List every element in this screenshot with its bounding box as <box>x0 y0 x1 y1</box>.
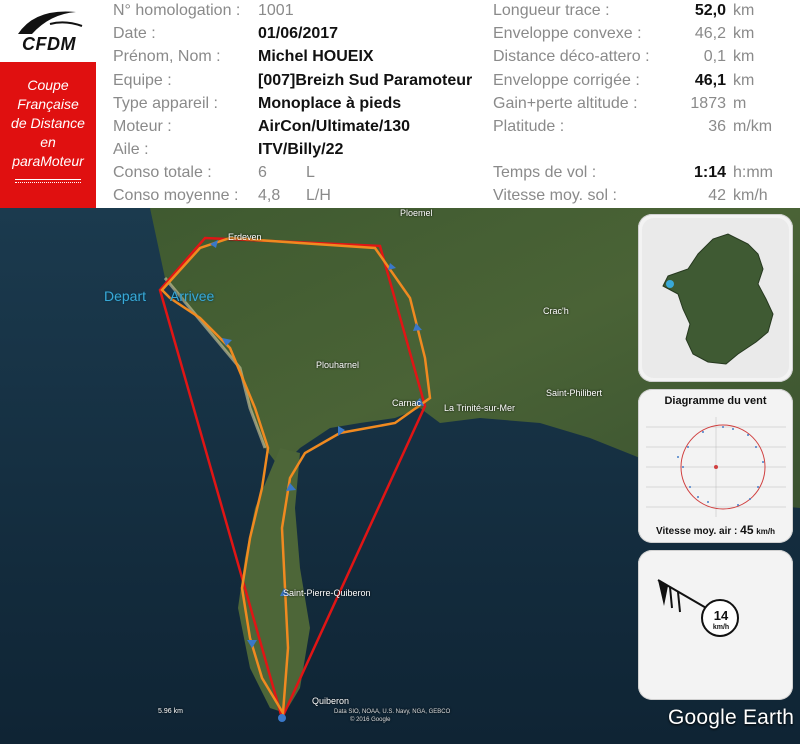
track-length-value: 52,0 <box>694 2 726 19</box>
flight-time-label: Temps de vol : <box>493 164 597 181</box>
altitude-gain-label: Gain+perte altitude : <box>493 95 638 112</box>
place-erdeven: Erdeven <box>228 232 262 242</box>
wing-value: ITV/Billy/22 <box>258 141 344 158</box>
track-length-label: Longueur trace : <box>493 2 610 19</box>
place-ploemel: Ploemel <box>400 208 433 218</box>
wind-diagram-plot <box>646 417 786 517</box>
wind-samples <box>677 426 764 506</box>
wind-speed-value: 14 <box>713 608 729 623</box>
fuel-avg-value: 4,8 <box>258 187 281 204</box>
map-credits-1: Data SIO, NOAA, U.S. Navy, NGA, GEBCO <box>334 709 451 715</box>
event-line-3: de Distance <box>11 115 85 131</box>
takeoff-landing-unit: km <box>733 48 755 65</box>
france-map <box>642 218 789 378</box>
fuel-total-label: Conso totale : <box>113 164 212 181</box>
team-value: [007]Breizh Sud Paramoteur <box>258 72 473 89</box>
ground-speed-label: Vitesse moy. sol : <box>493 187 617 204</box>
ground-speed-unit: km/h <box>733 187 768 204</box>
takeoff-landing-value: 0,1 <box>703 48 726 65</box>
date-label: Date : <box>113 25 156 42</box>
pilot-value: Michel HOUEIX <box>258 48 374 65</box>
convex-hull-label: Enveloppe convexe : <box>493 25 642 42</box>
air-speed-unit: km/h <box>756 527 775 536</box>
google-earth-logo: Google Earth <box>668 706 795 729</box>
cfdm-logo: CFDM <box>0 0 96 62</box>
fuel-total-unit: L <box>306 164 315 181</box>
flight-time-value: 1:14 <box>693 164 726 181</box>
air-speed-label: Vitesse moy. air : <box>656 526 738 537</box>
corrected-hull-value: 46,1 <box>694 72 726 89</box>
fuel-avg-label: Conso moyenne : <box>113 187 239 204</box>
wind-speed-unit: km/h <box>712 624 730 631</box>
decorative-underline <box>15 179 81 183</box>
place-saint-philibert: Saint-Philibert <box>546 388 603 398</box>
event-line-1: Coupe <box>27 77 69 93</box>
aircraft-type-value: Monoplace à pieds <box>258 95 402 112</box>
end-label: Arrivee <box>170 288 215 304</box>
altitude-gain-unit: m <box>733 95 747 112</box>
corrected-hull-unit: km <box>733 72 755 89</box>
map-scale: 5.96 km <box>158 708 183 715</box>
place-saint-pierre-quiberon: Saint-Pierre-Quiberon <box>283 588 371 598</box>
engine-value: AirCon/Ultimate/130 <box>258 118 411 135</box>
wing-label: Aile : <box>113 141 149 158</box>
air-speed-row: Vitesse moy. air : 45 km/h <box>638 523 793 537</box>
engine-label: Moteur : <box>113 118 172 135</box>
event-line-5: paraMoteur <box>12 153 84 169</box>
convex-hull-value: 46,2 <box>694 25 726 42</box>
france-inset-panel <box>638 214 793 382</box>
place-crach: Crac'h <box>543 306 569 316</box>
place-plouharnel: Plouharnel <box>316 360 360 370</box>
fuel-avg-unit: L/H <box>306 187 331 204</box>
place-carnac: Carnac <box>392 398 422 408</box>
team-label: Equipe : <box>113 72 172 89</box>
takeoff-landing-label: Distance déco-attero : <box>493 48 650 65</box>
flight-time-unit: h:mm <box>733 164 773 181</box>
event-line-2: Française <box>17 96 79 112</box>
wind-diagram-title: Diagramme du vent <box>664 395 767 407</box>
place-quiberon: Quiberon <box>312 696 350 706</box>
homologation-value: 1001 <box>258 2 294 19</box>
platitude-unit: m/km <box>733 118 773 135</box>
ground-speed-value: 42 <box>708 187 726 204</box>
event-title: Coupe Française de Distance en paraMoteu… <box>0 62 96 208</box>
start-label: Depart <box>104 288 147 304</box>
date-value: 01/06/2017 <box>258 25 339 42</box>
air-speed-value: 45 <box>740 523 754 537</box>
flight-location-dot <box>666 280 674 288</box>
wind-diagram-panel: Diagramme du vent Vitesse moy. air : 45 … <box>638 389 793 543</box>
logo-text: CFDM <box>22 34 76 54</box>
convex-hull-unit: km <box>733 25 755 42</box>
platitude-label: Platitude : <box>493 118 565 135</box>
header: CFDM Coupe Française de Distance en para… <box>0 0 800 208</box>
event-line-4: en <box>40 134 56 150</box>
aircraft-type-label: Type appareil : <box>113 95 218 112</box>
platitude-value: 36 <box>708 118 726 135</box>
pilot-label: Prénom, Nom : <box>113 48 221 65</box>
corrected-hull-label: Enveloppe corrigée : <box>493 72 640 89</box>
homologation-label: N° homologation : <box>113 2 241 19</box>
fuel-total-value: 6 <box>258 164 267 181</box>
map-credits-2: © 2016 Google <box>350 717 391 723</box>
track-length-unit: km <box>733 2 755 19</box>
altitude-gain-value: 1873 <box>690 95 726 112</box>
wind-indicator-panel: 14 km/h <box>638 550 793 700</box>
place-la-trinite: La Trinité-sur-Mer <box>444 403 516 413</box>
hull-vertex-south <box>278 714 286 722</box>
